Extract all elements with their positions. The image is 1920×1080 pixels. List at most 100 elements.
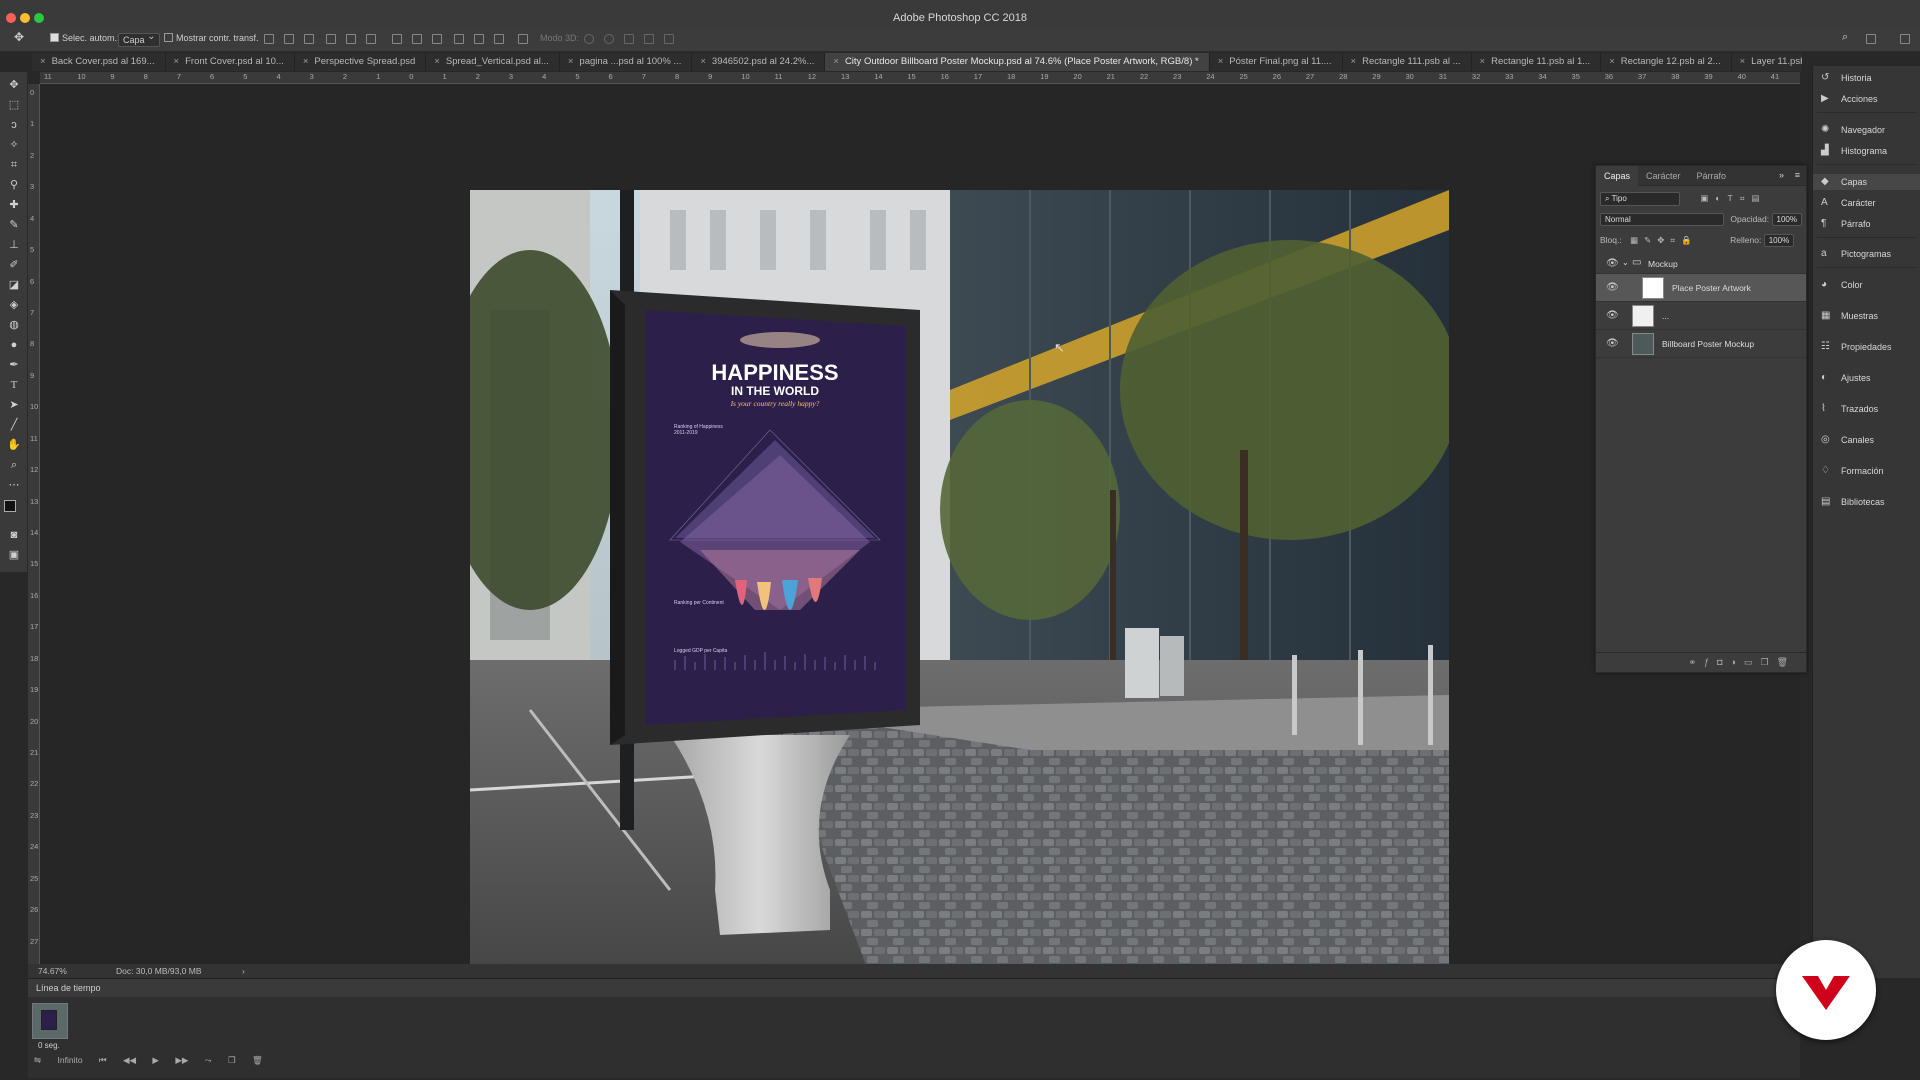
tab-3946502[interactable]: × 3946502.psd al 24.2%... xyxy=(692,53,826,71)
zoom-tool-icon[interactable]: ⌕ xyxy=(7,458,21,472)
brush-tool-icon[interactable]: ✎ xyxy=(7,218,21,232)
clone-stamp-tool-icon[interactable]: ⊥ xyxy=(7,238,21,252)
distribute-bottom-icon[interactable] xyxy=(432,34,442,44)
tab-back-cover[interactable]: × Back Cover.psd al 169... xyxy=(32,53,166,71)
dock-canales[interactable]: ◎ Canales xyxy=(1813,432,1920,448)
collapse-icon[interactable]: » xyxy=(1779,170,1784,180)
canvas-workspace[interactable]: HAPPINESS IN THE WORLD Is your country r… xyxy=(40,84,1800,1029)
document-canvas[interactable]: HAPPINESS IN THE WORLD Is your country r… xyxy=(470,190,1449,1029)
close-icon[interactable]: × xyxy=(174,56,180,67)
crop-tool-icon[interactable]: ⌗ xyxy=(7,158,21,172)
close-icon[interactable]: × xyxy=(700,56,706,67)
vertical-ruler[interactable]: 0 1 2 3 4 5 6 7 8 9 10 11 12 13 14 15 16 17 18 19 20 21 22 23 24… xyxy=(28,84,40,964)
opacity-input[interactable]: 100% xyxy=(1771,213,1802,226)
quick-mask-icon[interactable]: ◙ xyxy=(7,528,21,542)
dock-acciones[interactable]: ▶ Acciones xyxy=(1813,91,1920,107)
status-menu-arrow-icon[interactable]: › xyxy=(242,966,245,976)
dock-trazados[interactable]: ⌇ Trazados xyxy=(1813,401,1920,417)
tab-rectangle-111[interactable]: × Rectangle 111.psb al ... xyxy=(1343,53,1472,71)
play-icon[interactable]: ▶ xyxy=(152,1055,159,1065)
align-top-icon[interactable] xyxy=(264,34,274,44)
close-icon[interactable]: × xyxy=(434,56,440,67)
dock-propiedades[interactable]: ☷ Propiedades xyxy=(1813,339,1920,355)
close-icon[interactable]: × xyxy=(1609,56,1615,67)
align-hcenter-icon[interactable] xyxy=(346,34,356,44)
auto-select-dropdown[interactable]: Capa xyxy=(118,31,160,47)
layer-place-poster-artwork[interactable]: 👁 Place Poster Artwork xyxy=(1596,274,1806,302)
eyedropper-tool-icon[interactable]: ⚲ xyxy=(7,178,21,192)
tab-layer-11[interactable]: ×Layer 11.psb al 100% ... xyxy=(1732,53,1802,71)
magic-wand-tool-icon[interactable]: ✧ xyxy=(7,138,21,152)
close-icon[interactable]: × xyxy=(1480,56,1486,67)
dock-navegador[interactable]: ✺ Navegador xyxy=(1813,122,1920,138)
distribute-vcenter-icon[interactable] xyxy=(412,34,422,44)
close-icon[interactable]: × xyxy=(833,56,839,67)
fill-input[interactable]: 100% xyxy=(1763,234,1795,247)
dock-pictogramas[interactable]: a Pictogramas xyxy=(1813,246,1920,262)
zoom-level[interactable]: 74.67% xyxy=(38,966,67,976)
blur-tool-icon[interactable]: ◍ xyxy=(7,318,21,332)
dock-capas[interactable]: ◆ Capas xyxy=(1813,174,1920,190)
filter-kind-icons[interactable]: ▣◐T⌗▤ xyxy=(1700,193,1766,203)
frame-duration[interactable]: 0 seg. xyxy=(38,1041,60,1050)
pen-tool-icon[interactable]: ✒ xyxy=(7,358,21,372)
scale-3d-icon[interactable] xyxy=(664,34,674,44)
tab-poster-final[interactable]: × Póster Final.png al 11.... xyxy=(1210,53,1343,71)
previous-frame-icon[interactable]: ◀◀ xyxy=(123,1055,136,1065)
tween-icon[interactable]: ⤳ xyxy=(205,1055,212,1065)
chevron-down-icon[interactable]: ⌄ xyxy=(1622,258,1629,267)
history-brush-tool-icon[interactable]: ✐ xyxy=(7,258,21,272)
tab-capas[interactable]: Capas xyxy=(1596,166,1639,186)
dock-bibliotecas[interactable]: ▤ Bibliotecas xyxy=(1813,494,1920,510)
layer-filter-dropdown[interactable]: ⌕ Tipo xyxy=(1600,192,1680,206)
layer-group-mockup[interactable]: 👁 ⌄ ▭ Mockup xyxy=(1596,254,1806,274)
layers-footer-icons[interactable]: ⚭ƒ◘◑▭❐🗑 xyxy=(1596,652,1806,672)
type-tool-icon[interactable]: T xyxy=(7,378,21,392)
pan-3d-icon[interactable] xyxy=(624,34,634,44)
more-tools-icon[interactable]: ⋯ xyxy=(7,478,21,492)
show-transform-checkbox[interactable]: Mostrar contr. transf. xyxy=(164,33,259,43)
close-icon[interactable]: × xyxy=(568,56,574,67)
layer-billboard-poster-mockup[interactable]: 👁 Billboard Poster Mockup xyxy=(1596,330,1806,358)
timeline-header[interactable]: Línea de tiempo xyxy=(28,979,1800,997)
first-frame-icon[interactable]: ⏮ xyxy=(99,1055,107,1065)
healing-brush-tool-icon[interactable]: ✚ xyxy=(7,198,21,212)
dodge-tool-icon[interactable]: ● xyxy=(7,338,21,352)
dock-historia[interactable]: ↺ Historia xyxy=(1813,70,1920,86)
tab-spread-vertical[interactable]: × Spread_Vertical.psd al... xyxy=(426,53,560,71)
duplicate-frame-icon[interactable]: ❐ xyxy=(228,1055,236,1065)
close-icon[interactable]: × xyxy=(1351,56,1357,67)
screen-mode-icon[interactable]: ▣ xyxy=(7,548,21,562)
loop-dropdown[interactable]: Infinito xyxy=(58,1055,83,1065)
auto-select-checkbox[interactable]: Selec. autom.: xyxy=(50,33,120,43)
align-left-icon[interactable] xyxy=(326,34,336,44)
auto-align-icon[interactable] xyxy=(518,34,528,44)
dock-formacion[interactable]: ♢ Formación xyxy=(1813,463,1920,479)
hand-tool-icon[interactable]: ✋ xyxy=(7,438,21,452)
horizontal-ruler[interactable]: 11 10 9 8 7 6 5 4 3 2 1 0 1 2 3 4 5 6 7 8 9 10 11 12 13 14 15 16 17 1… xyxy=(40,72,1800,84)
orbit-3d-icon[interactable] xyxy=(584,34,594,44)
dock-muestras[interactable]: ▦ Muestras xyxy=(1813,308,1920,324)
move-tool-icon[interactable]: ✥ xyxy=(14,30,24,44)
distribute-left-icon[interactable] xyxy=(454,34,464,44)
close-icon[interactable]: × xyxy=(40,56,46,67)
visibility-eye-icon[interactable]: 👁 xyxy=(1606,258,1619,269)
distribute-hcenter-icon[interactable] xyxy=(474,34,484,44)
paint-bucket-tool-icon[interactable]: ◈ xyxy=(7,298,21,312)
tab-perspective-spread[interactable]: × Perspective Spread.psd xyxy=(295,53,427,71)
dock-ajustes[interactable]: ◐ Ajustes xyxy=(1813,370,1920,386)
align-right-icon[interactable] xyxy=(366,34,376,44)
tab-billboard-mockup[interactable]: × City Outdoor Billboard Poster Mockup.ps… xyxy=(825,53,1210,71)
blend-mode-dropdown[interactable]: Normal xyxy=(1600,213,1724,226)
close-icon[interactable]: × xyxy=(1218,56,1224,67)
tab-parrafo[interactable]: Párrafo xyxy=(1689,166,1735,186)
distribute-top-icon[interactable] xyxy=(392,34,402,44)
distribute-right-icon[interactable] xyxy=(494,34,504,44)
path-selection-tool-icon[interactable]: ➤ xyxy=(7,398,21,412)
foreground-color-swatch[interactable] xyxy=(4,500,16,512)
share-icon[interactable] xyxy=(1900,34,1910,44)
lasso-tool-icon[interactable]: ↄ xyxy=(7,118,21,132)
eraser-tool-icon[interactable]: ◪ xyxy=(7,278,21,292)
next-frame-icon[interactable]: ▶▶ xyxy=(175,1055,188,1065)
tab-pagina[interactable]: × pagina ...psd al 100% ... xyxy=(560,53,693,71)
